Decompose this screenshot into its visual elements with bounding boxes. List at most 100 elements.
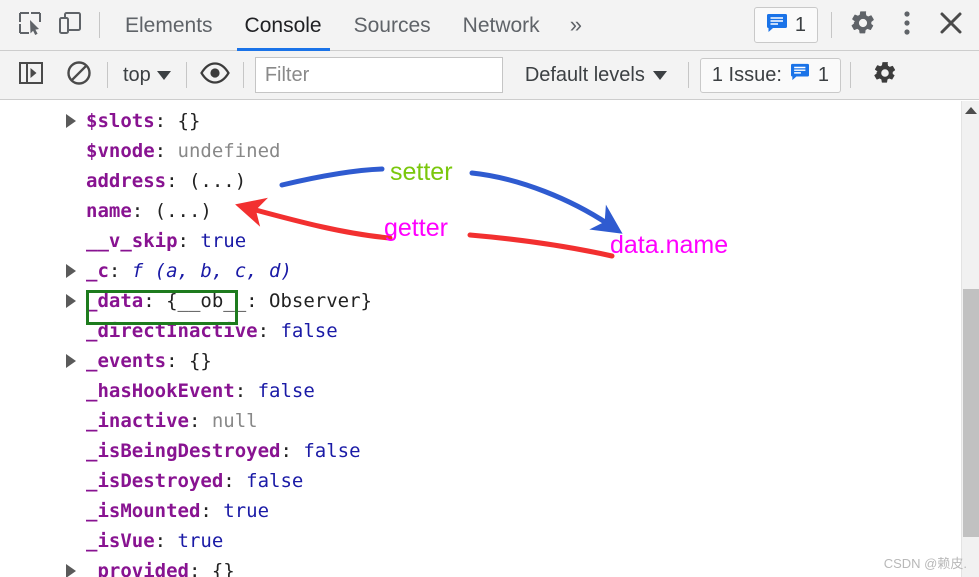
property-text: __v_skip: true [86,230,246,252]
property-text: _inactive: null [86,410,258,432]
filterbar-divider-4 [687,62,689,88]
property-name: address [86,170,167,192]
console-settings-gear-icon [872,60,898,91]
tabbar-divider-2 [831,12,832,38]
property-value: f (a, b, c, d) [131,260,292,282]
property-row[interactable]: name: (...) [0,196,979,226]
property-value: false [280,320,338,342]
property-row[interactable]: __v_skip: true [0,226,979,256]
property-row[interactable]: _c: f (a, b, c, d) [0,256,979,286]
settings-button[interactable] [841,3,885,47]
filter-input[interactable]: Filter [254,57,503,93]
disclosure-triangle-icon[interactable] [66,114,76,128]
property-colon: : [154,530,178,552]
scroll-up-arrow-icon[interactable] [964,107,977,114]
property-value: false [246,470,304,492]
property-text: _isVue: true [86,530,223,552]
property-text: $slots: {} [86,110,200,132]
property-colon: : [154,140,178,162]
property-colon: : [200,500,224,522]
more-tabs-button[interactable]: » [556,12,594,38]
disclosure-triangle-icon[interactable] [66,564,76,577]
console-sidebar-button[interactable] [12,56,50,94]
issues-bar-label: 1 Issue: [711,63,782,86]
property-name: _inactive [86,410,189,432]
property-text: _isDestroyed: false [86,470,303,492]
tab-console[interactable]: Console [229,0,338,51]
execution-context-label: top [123,63,151,86]
property-name: _isMounted [86,500,201,522]
more-options-button[interactable] [885,3,929,47]
disclosure-triangle-icon[interactable] [66,354,76,368]
issues-count: 1 [794,13,806,36]
property-text: $vnode: undefined [86,140,280,162]
property-colon: : [188,560,212,577]
property-name: _directInactive [86,320,258,342]
property-value: (...) [188,170,247,192]
live-expression-button[interactable] [196,56,234,94]
property-name: _provided [86,560,189,577]
property-name: _isBeingDestroyed [86,440,281,462]
device-toolbar-icon [57,10,83,41]
settings-gear-icon [849,9,877,42]
message-bubble-icon [766,13,788,38]
close-devtools-button[interactable] [929,3,973,47]
property-name: __v_skip [86,230,178,252]
property-row[interactable]: _directInactive: false [0,316,979,346]
property-name: name [86,200,132,222]
issues-bar-button[interactable]: 1 Issue: 1 [699,57,842,93]
tab-elements-label: Elements [125,13,213,37]
chevron-down-icon-levels [652,70,667,80]
property-value: {} [177,110,201,132]
property-text: _isMounted: true [86,500,269,522]
disclosure-triangle-icon[interactable] [66,264,76,278]
clear-console-icon [66,60,92,91]
property-text: _data: {__ob__: Observer} [86,290,372,312]
property-row[interactable]: _isVue: true [0,526,979,556]
tab-sources-label: Sources [353,13,431,37]
scrollbar-thumb[interactable] [963,289,979,537]
property-value: {__ob__: Observer} [166,290,372,312]
property-row[interactable]: _data: {__ob__: Observer} [0,286,979,316]
tab-sources[interactable]: Sources [338,0,447,51]
tab-elements[interactable]: Elements [109,0,229,51]
issues-counter-button[interactable]: 1 [753,7,818,43]
property-row[interactable]: $vnode: undefined [0,136,979,166]
property-text: _events: {} [86,350,212,372]
property-row[interactable]: _hasHookEvent: false [0,376,979,406]
property-name: _data [86,290,144,312]
clear-console-button[interactable] [60,56,98,94]
log-levels-selector[interactable]: Default levels [513,64,679,87]
filterbar-divider-1 [107,62,108,88]
property-colon: : [108,260,132,282]
filterbar-divider-3 [242,62,244,88]
console-output-panel[interactable]: $slots: {} $vnode: undefined address: (...… [0,101,979,577]
property-name: _hasHookEvent [86,380,235,402]
property-text: _c: f (a, b, c, d) [86,260,292,282]
filterbar-divider-2 [185,62,187,88]
console-scrollbar[interactable] [961,101,979,577]
console-settings-button[interactable] [864,54,906,96]
property-row[interactable]: _isBeingDestroyed: false [0,436,979,466]
property-text: name: (...) [86,200,212,222]
property-row[interactable]: _isMounted: true [0,496,979,526]
property-value: undefined [177,140,281,162]
property-row[interactable]: address: (...) [0,166,979,196]
property-value: false [303,440,361,462]
property-row[interactable]: _events: {} [0,346,979,376]
property-row[interactable]: _isDestroyed: false [0,466,979,496]
property-value: true [223,500,270,522]
disclosure-triangle-icon[interactable] [66,294,76,308]
close-icon [937,9,965,42]
property-row[interactable]: $slots: {} [0,106,979,136]
execution-context-selector[interactable]: top [117,64,177,87]
property-row[interactable]: _provided: {} [0,556,979,577]
device-toolbar-button[interactable] [50,5,90,45]
tab-network[interactable]: Network [447,0,556,51]
property-row[interactable]: _inactive: null [0,406,979,436]
tab-network-label: Network [462,13,540,37]
tab-console-label: Console [244,13,322,37]
property-colon: : [131,200,155,222]
inspect-element-button[interactable] [10,5,50,45]
property-value: true [200,230,247,252]
